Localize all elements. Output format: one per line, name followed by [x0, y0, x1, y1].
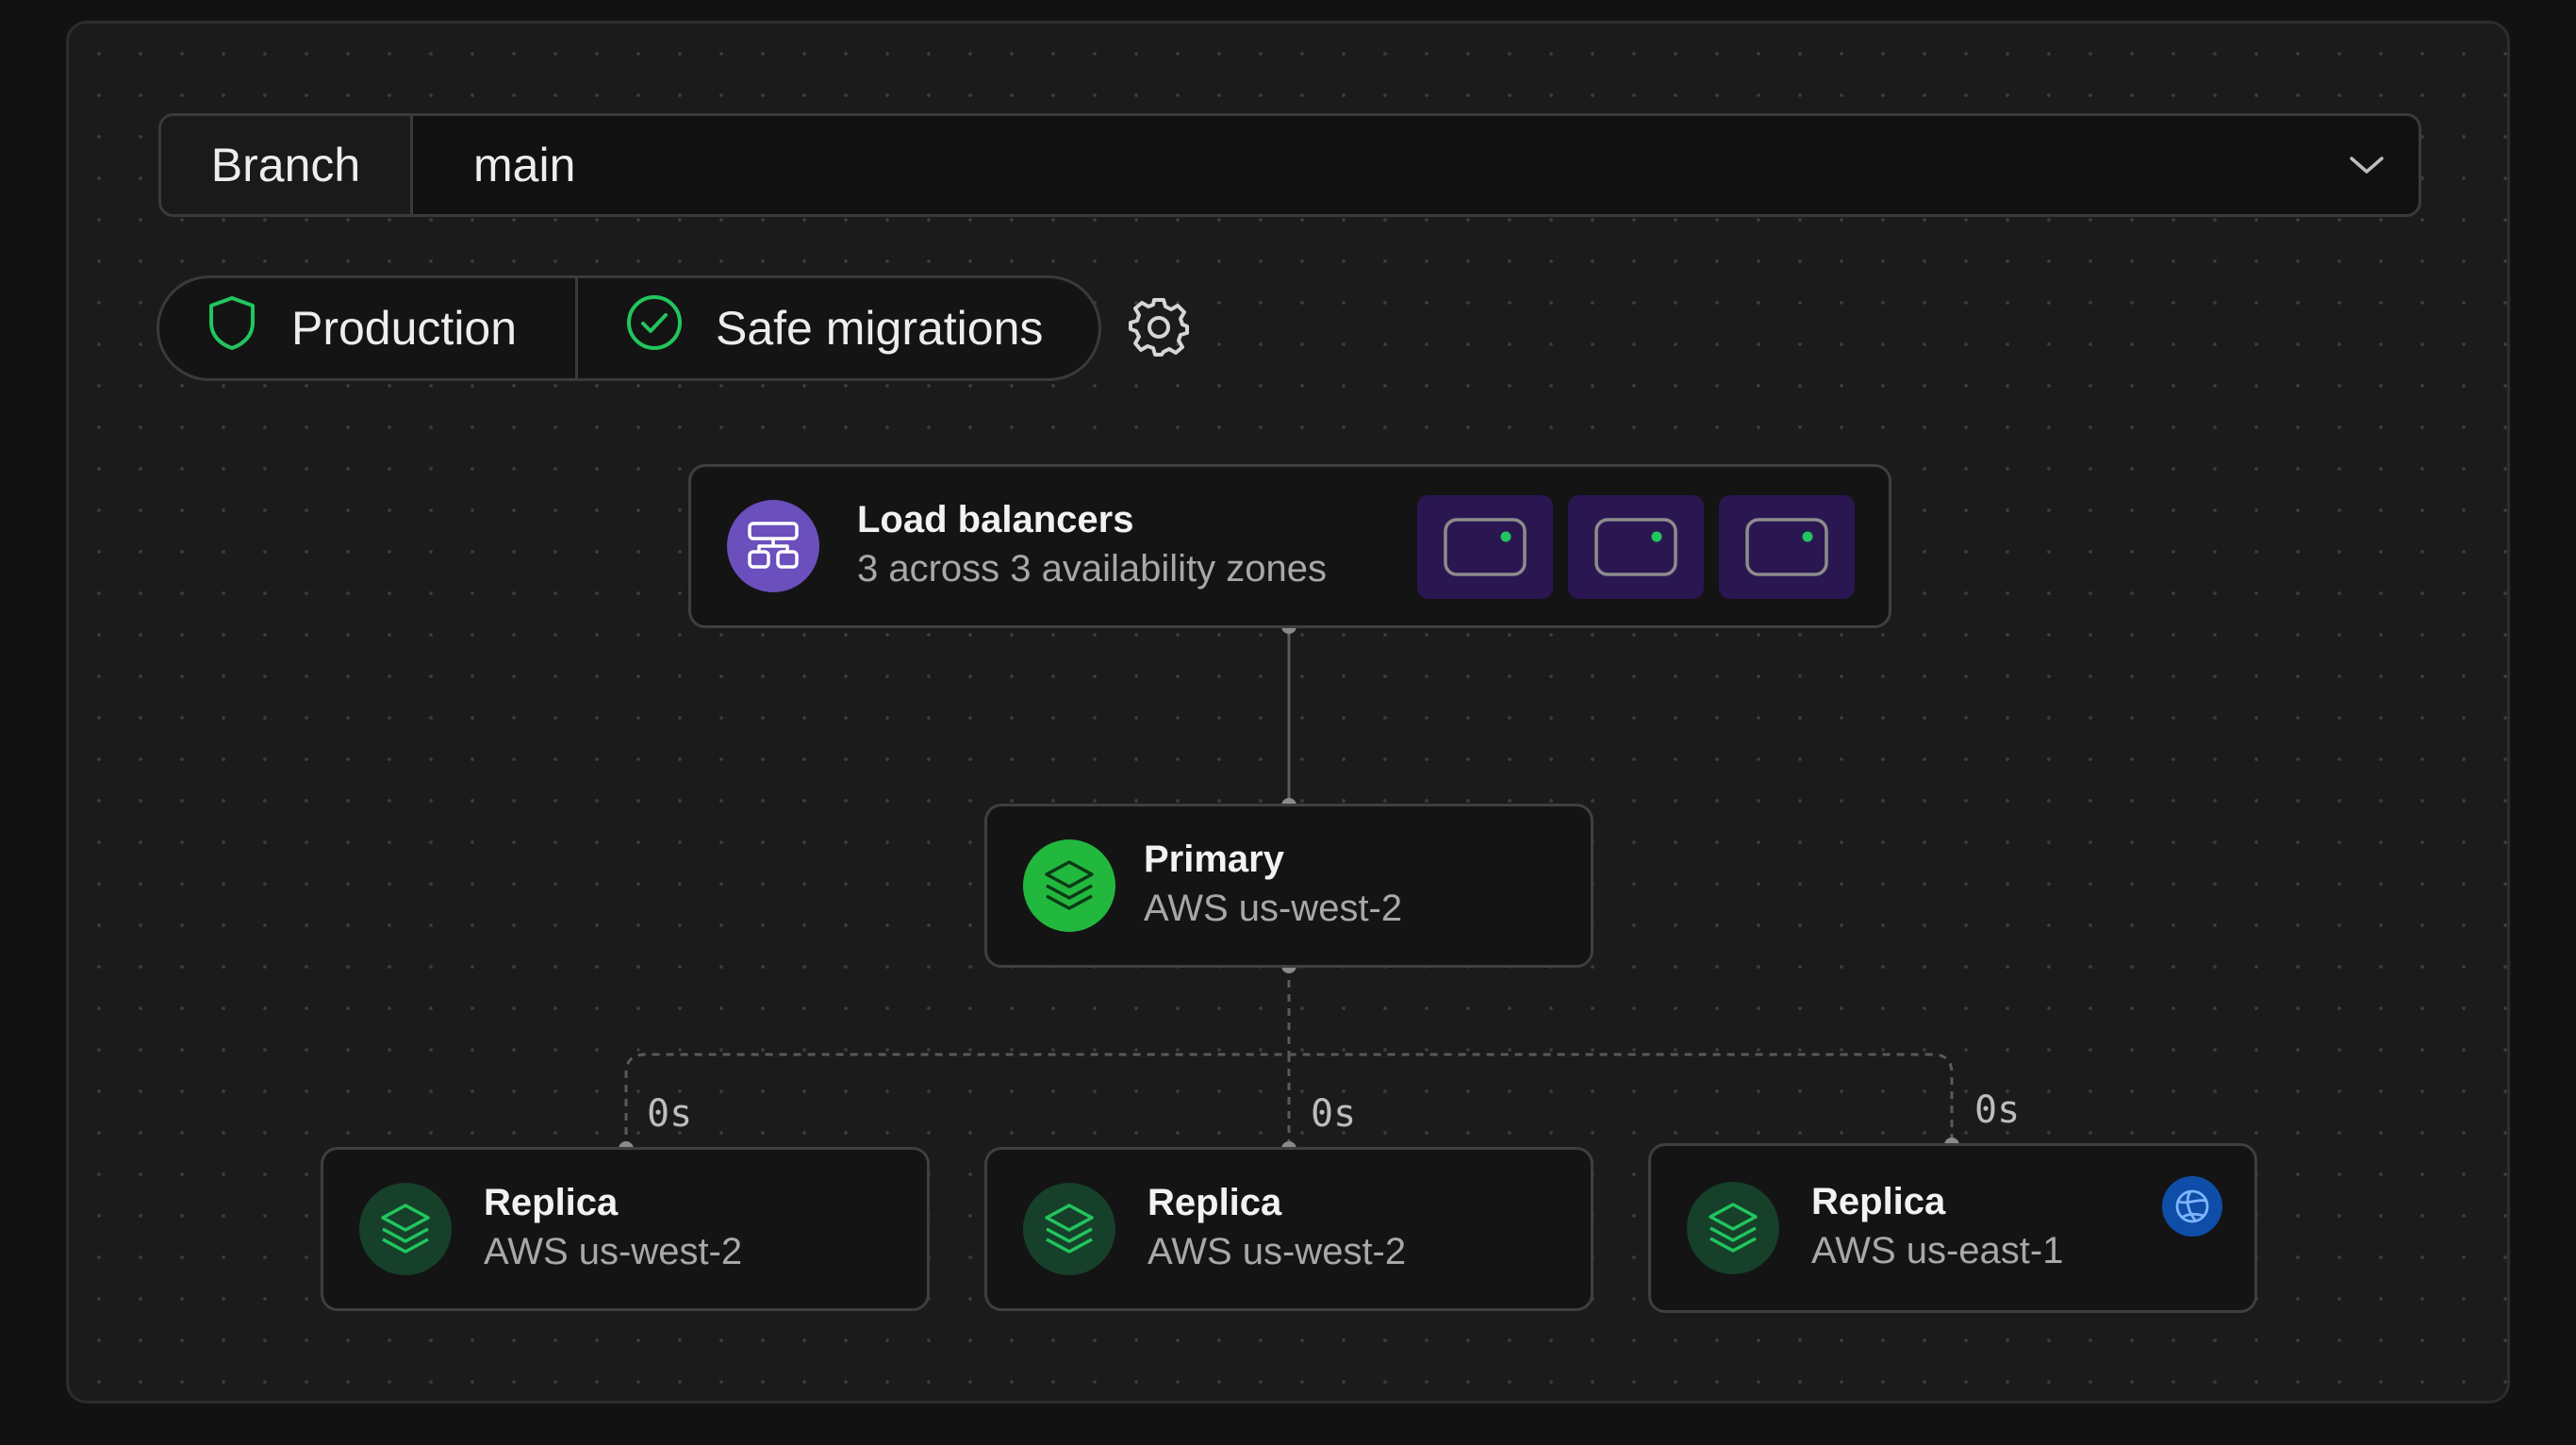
- replica-node[interactable]: Replica AWS us-west-2: [984, 1147, 1593, 1311]
- production-badge[interactable]: Production: [159, 278, 578, 378]
- replica-lag: 0s: [1311, 1092, 1357, 1136]
- shield-icon: [206, 294, 257, 362]
- replica-title: Replica: [1811, 1181, 1946, 1222]
- load-balancers-subtitle: 3 across 3 availability zones: [857, 548, 1328, 590]
- load-balancers-node[interactable]: Load balancers 3 across 3 availability z…: [688, 464, 1891, 628]
- primary-title: Primary: [1144, 839, 1284, 880]
- zone-chip: [1417, 495, 1553, 599]
- globe-icon: [2162, 1176, 2222, 1237]
- zone-chip: [1719, 495, 1855, 599]
- replica-region: AWS us-west-2: [484, 1231, 743, 1272]
- replica-region: AWS us-east-1: [1811, 1230, 2064, 1271]
- branch-status-pill: Production Safe migrations: [157, 275, 1101, 381]
- availability-zones: [1417, 495, 1855, 599]
- layers-icon: [1023, 839, 1115, 932]
- load-balancers-title: Load balancers: [857, 499, 1134, 540]
- branch-value[interactable]: main: [413, 116, 2315, 214]
- layers-icon: [359, 1183, 452, 1275]
- server-icon: [1444, 518, 1527, 576]
- replica-title: Replica: [484, 1182, 619, 1223]
- check-circle-icon: [625, 293, 684, 363]
- server-icon: [1594, 518, 1677, 576]
- safe-migrations-label: Safe migrations: [716, 302, 1044, 355]
- primary-node[interactable]: Primary AWS us-west-2: [984, 804, 1593, 968]
- replica-title: Replica: [1148, 1182, 1282, 1223]
- network-icon: [727, 500, 819, 592]
- branch-selector[interactable]: Branch main: [158, 113, 2421, 217]
- replica-lag: 0s: [647, 1092, 693, 1136]
- primary-region: AWS us-west-2: [1144, 888, 1403, 929]
- gear-icon[interactable]: [1128, 296, 1190, 358]
- production-label: Production: [291, 302, 518, 355]
- layers-icon: [1687, 1182, 1779, 1274]
- zone-chip: [1568, 495, 1704, 599]
- branch-label: Branch: [161, 116, 413, 214]
- layers-icon: [1023, 1183, 1115, 1275]
- replica-node[interactable]: Replica AWS us-west-2: [321, 1147, 930, 1311]
- replica-region: AWS us-west-2: [1148, 1231, 1407, 1272]
- server-icon: [1745, 518, 1828, 576]
- replica-lag: 0s: [1974, 1088, 2021, 1132]
- chevron-down-icon[interactable]: [2315, 116, 2419, 214]
- replica-node[interactable]: Replica AWS us-east-1: [1648, 1143, 2257, 1313]
- safe-migrations-badge[interactable]: Safe migrations: [578, 278, 1043, 378]
